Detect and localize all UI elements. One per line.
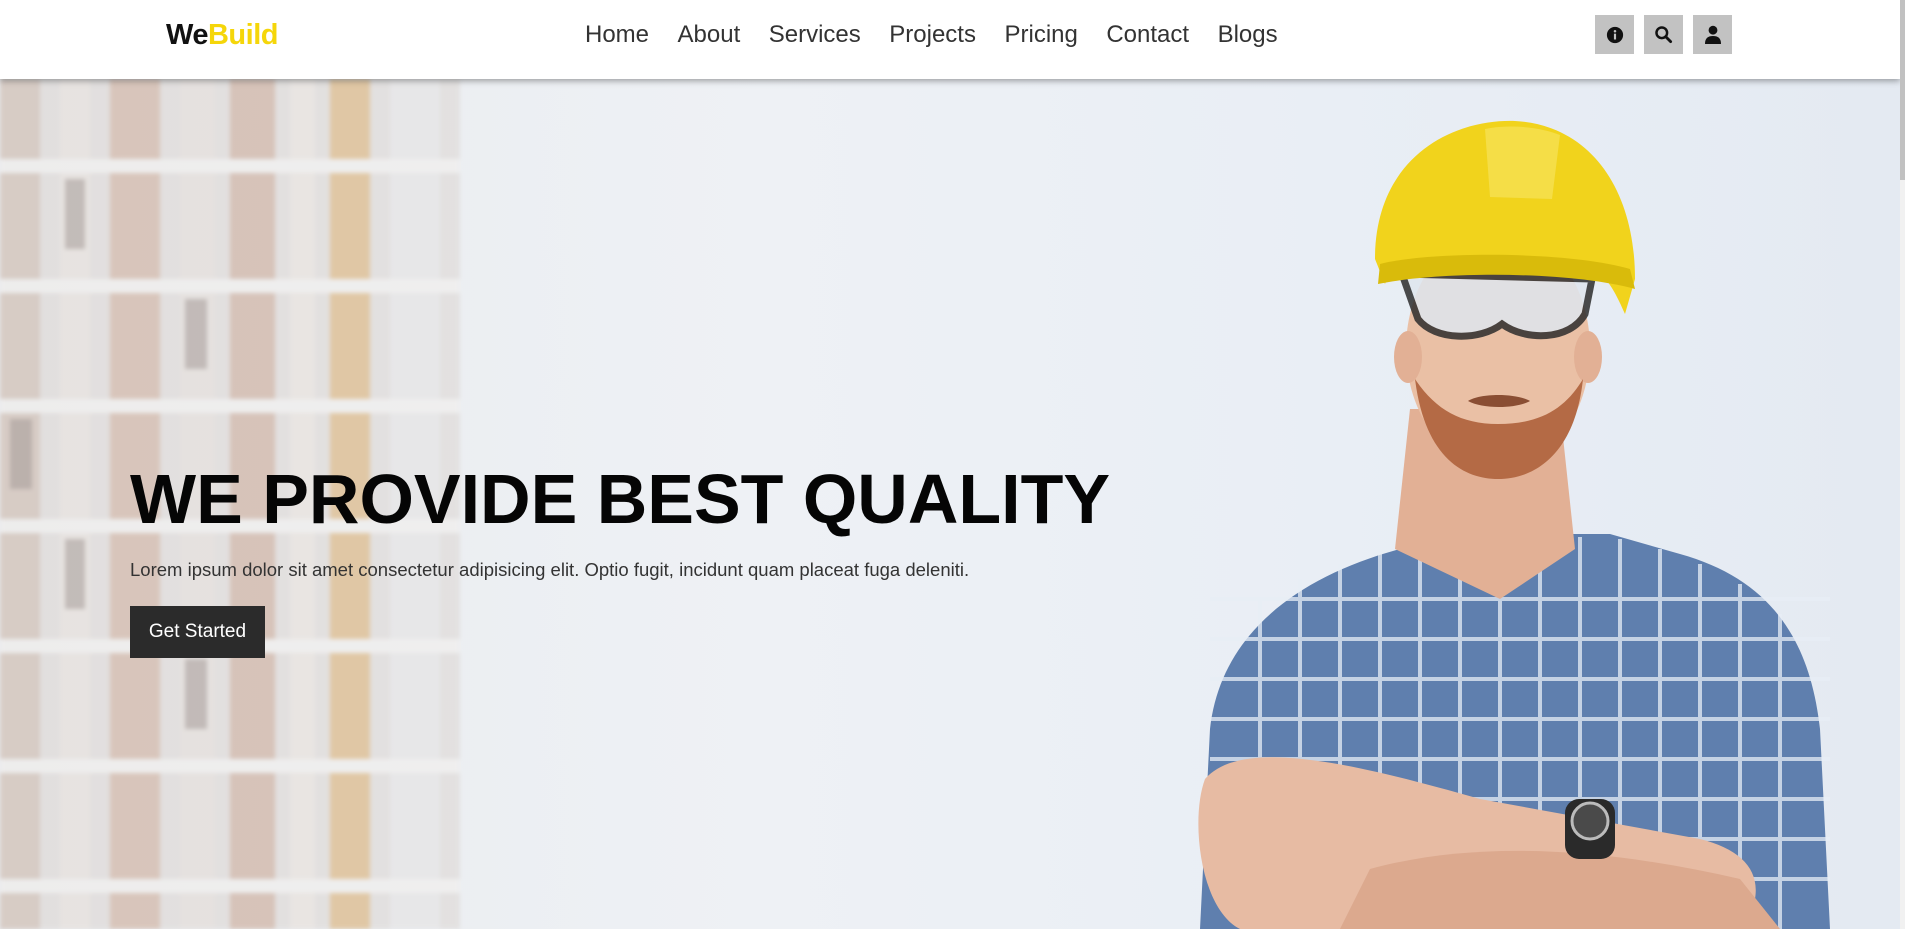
main-nav: Home About Services Projects Pricing Con…: [585, 18, 1306, 52]
nav-item-contact[interactable]: Contact: [1106, 18, 1189, 52]
info-icon: [1606, 26, 1623, 43]
site-logo[interactable]: WeBuild: [166, 17, 278, 53]
construction-worker-image: [1198, 120, 1830, 929]
nav-item-blogs[interactable]: Blogs: [1218, 18, 1278, 52]
search-icon: [1655, 26, 1673, 44]
user-icon: [1704, 25, 1721, 44]
nav-item-projects[interactable]: Projects: [889, 18, 976, 52]
hero-description: Lorem ipsum dolor sit amet consectetur a…: [130, 559, 970, 580]
header-icons: [1595, 15, 1732, 54]
page: WeBuild Home About Services Projects Pri…: [0, 0, 1905, 929]
vertical-scrollbar[interactable]: [1900, 0, 1905, 929]
get-started-button[interactable]: Get Started: [130, 606, 265, 658]
nav-item-home[interactable]: Home: [585, 18, 649, 52]
user-button[interactable]: [1693, 15, 1732, 54]
info-button[interactable]: [1595, 15, 1634, 54]
scrollbar-thumb[interactable]: [1900, 0, 1905, 180]
logo-part-we: We: [166, 19, 208, 51]
nav-item-pricing[interactable]: Pricing: [1004, 18, 1077, 52]
hero-section: WE PROVIDE BEST QUALITY Lorem ipsum dolo…: [0, 79, 1900, 929]
search-button[interactable]: [1644, 15, 1683, 54]
site-header: WeBuild Home About Services Projects Pri…: [0, 0, 1900, 79]
hero-title: WE PROVIDE BEST QUALITY: [130, 460, 1111, 538]
logo-part-build: Build: [207, 19, 279, 51]
nav-item-services[interactable]: Services: [769, 18, 861, 52]
nav-item-about[interactable]: About: [678, 18, 741, 52]
